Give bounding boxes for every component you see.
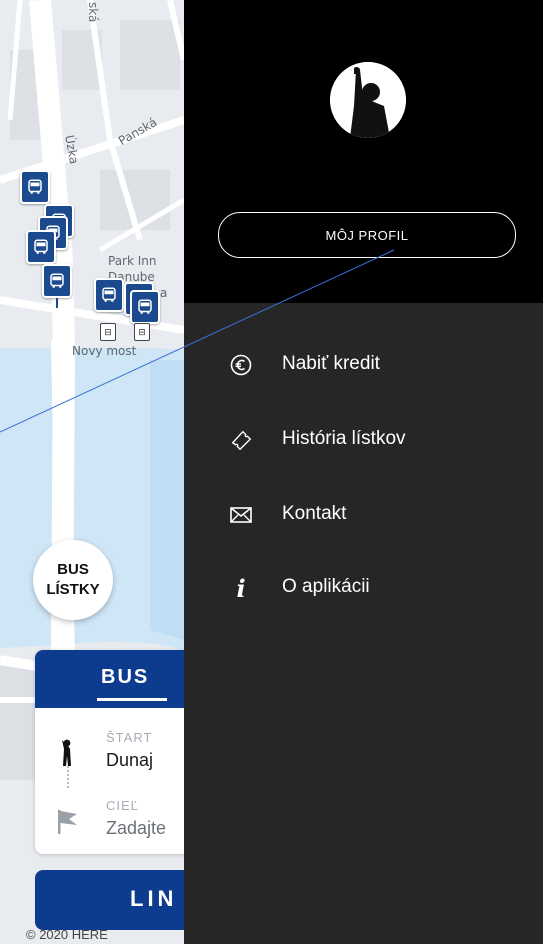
menu-item-ticket-history[interactable]: História lístkov	[184, 415, 543, 465]
ticket-icon	[229, 428, 253, 452]
lines-button-label: LIN	[130, 886, 178, 911]
menu-item-label: Nabiť kredit	[282, 353, 380, 374]
euro-icon	[229, 353, 253, 377]
bus-stop-marker[interactable]	[20, 170, 50, 204]
street-label: a	[160, 286, 168, 300]
street-label: Novy most	[72, 344, 137, 358]
bus-icon	[102, 287, 116, 302]
street-label: ská	[86, 2, 100, 23]
avatar[interactable]	[330, 62, 406, 138]
navigation-drawer: MÔJ PROFIL Nabiť kredit História lístkov…	[184, 0, 543, 944]
my-profile-label: MÔJ PROFIL	[325, 227, 409, 243]
bus-stop-marker[interactable]	[26, 230, 56, 264]
stop-sign-icon: ⊟	[134, 323, 150, 341]
menu-item-top-up-credit[interactable]: Nabiť kredit	[184, 340, 543, 390]
bus-stop-marker[interactable]	[94, 278, 124, 312]
bus-icon	[138, 299, 152, 314]
bus-stop-marker[interactable]	[42, 264, 72, 308]
marker-pin	[56, 298, 58, 308]
bus-tickets-button[interactable]: BUS LÍSTKY	[33, 540, 113, 620]
bus-tickets-line2: LÍSTKY	[46, 581, 100, 598]
flag-icon	[58, 810, 77, 834]
bus-stop-marker[interactable]	[130, 290, 160, 324]
bus-tickets-line1: BUS	[57, 561, 89, 578]
my-profile-button[interactable]: MÔJ PROFIL	[218, 212, 516, 258]
start-value: Dunaj	[106, 750, 154, 770]
menu-item-contact[interactable]: Kontakt	[184, 490, 543, 540]
bus-icon	[28, 179, 42, 194]
bus-icon	[34, 239, 48, 254]
bus-icon	[50, 273, 64, 288]
menu-item-label: O aplikácii	[282, 576, 370, 597]
lines-button[interactable]: LIN	[35, 870, 184, 930]
stop-sign-icon: ⊟	[100, 323, 116, 341]
menu-item-about-app[interactable]: i O aplikácii	[184, 563, 543, 613]
menu-item-label: História lístkov	[282, 428, 406, 449]
envelope-icon	[229, 503, 253, 527]
start-field[interactable]: ŠTART Dunaj	[35, 720, 184, 782]
active-tab-indicator	[97, 698, 167, 701]
destination-label: CIEĽ	[106, 798, 139, 813]
trip-planner-card: BUS ŠTART Dunaj CIEĽ Zadajte	[35, 650, 184, 854]
tab-bus[interactable]: BUS	[101, 666, 149, 689]
pedestrian-icon	[62, 739, 71, 766]
user-waving-icon	[330, 62, 406, 138]
route-connector	[67, 766, 71, 788]
destination-field[interactable]: CIEĽ Zadajte	[35, 788, 184, 850]
menu-item-label: Kontakt	[282, 503, 347, 524]
map-copyright: © 2020 HERE	[26, 927, 108, 942]
map-view[interactable]: ská Úzka Panská Park Inn Danube a Novy m…	[0, 0, 184, 944]
start-label: ŠTART	[106, 730, 153, 745]
info-icon: i	[236, 573, 246, 603]
drawer-header: MÔJ PROFIL	[184, 0, 543, 303]
transport-tab-bar: BUS	[35, 650, 184, 708]
street-label: Park Inn	[108, 254, 157, 268]
destination-placeholder: Zadajte	[106, 818, 167, 838]
